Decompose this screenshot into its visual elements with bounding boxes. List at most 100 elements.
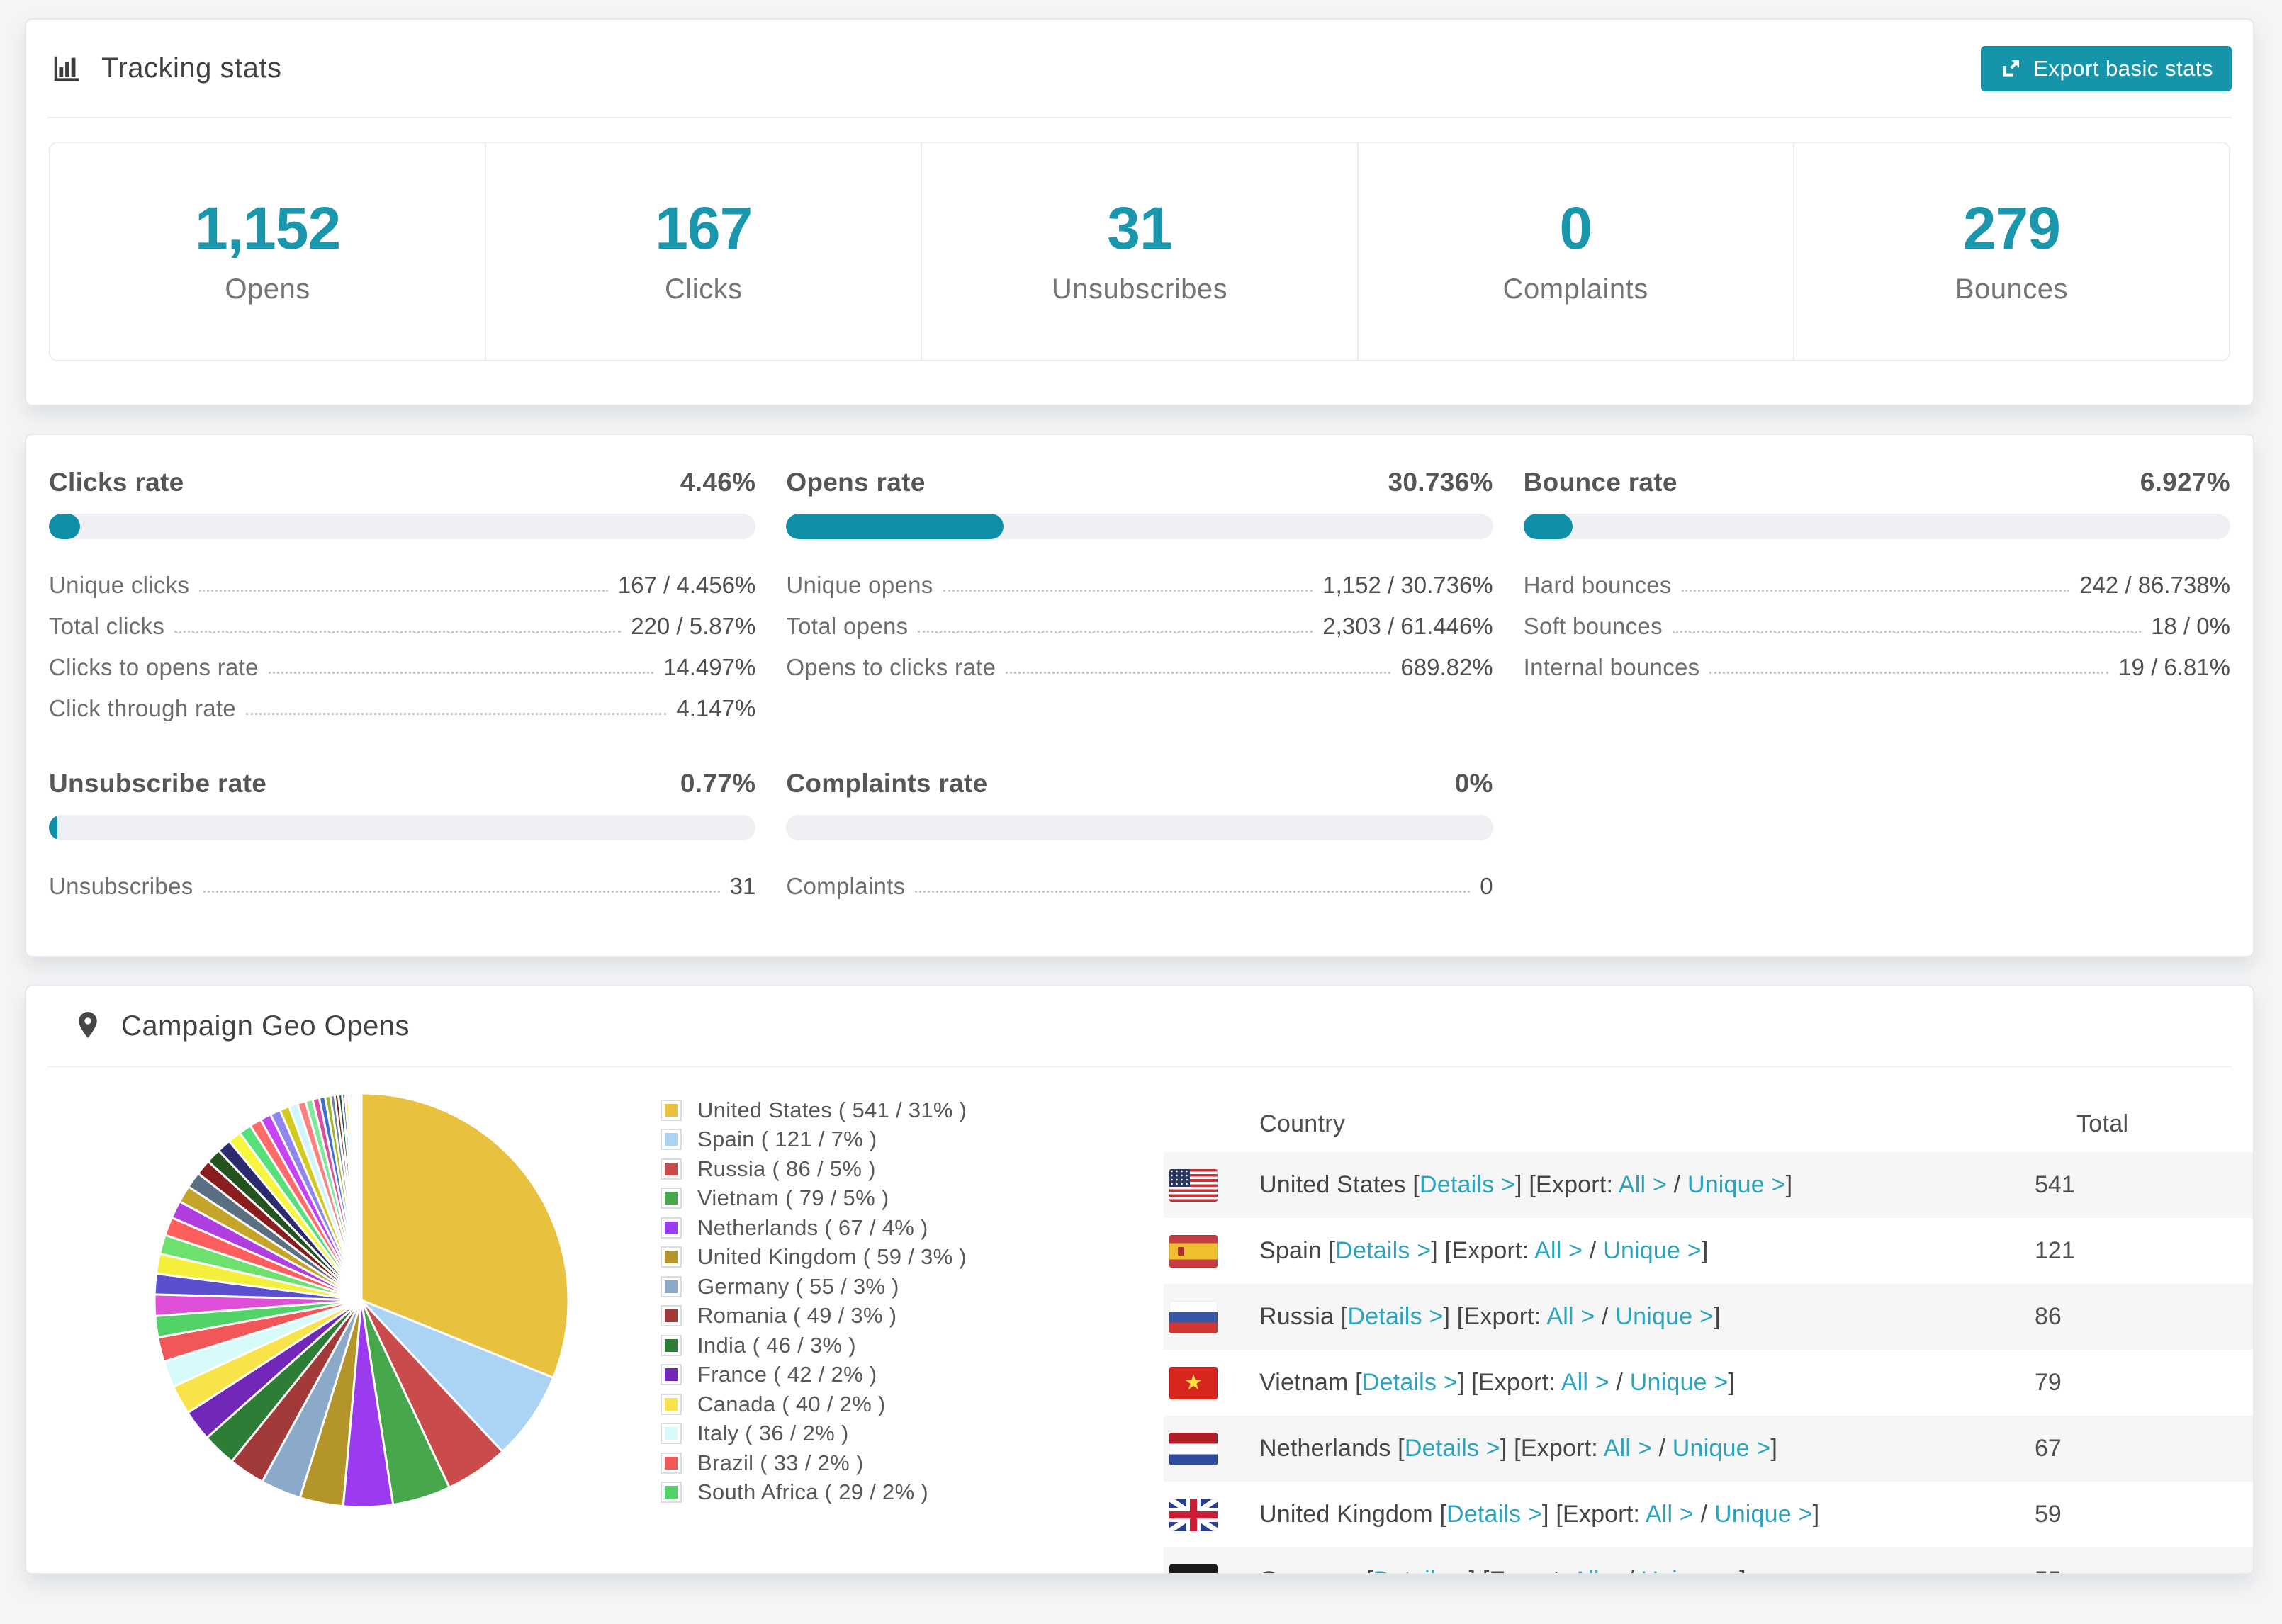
dotted-leader	[199, 590, 608, 592]
nl-flag-icon	[1169, 1432, 1218, 1465]
legend-label: Canada ( 40 / 2% )	[697, 1391, 886, 1416]
dotted-leader	[174, 631, 622, 633]
export-all-link[interactable]: All >	[1561, 1369, 1609, 1396]
country-name: United Kingdom	[1259, 1501, 1433, 1528]
campaign-geo-opens-card: Campaign Geo Opens United States ( 541 /…	[25, 985, 2254, 1574]
country-cell: United States [Details >] [Export: All >…	[1259, 1171, 1793, 1198]
stat-label: Clicks	[664, 273, 743, 305]
country-cell: Netherlands [Details >] [Export: All > /…	[1259, 1435, 1778, 1462]
rate-row-value: 167 / 4.456%	[617, 572, 756, 598]
export-unique-link[interactable]: Unique >	[1641, 1567, 1739, 1573]
legend-item-france: France ( 42 / 2% )	[661, 1360, 967, 1390]
geo-table-row-ru: Russia [Details >] [Export: All > / Uniq…	[1164, 1284, 2253, 1350]
rate-progress-fill	[786, 514, 1004, 539]
country-cell: Russia [Details >] [Export: All > / Uniq…	[1259, 1303, 1721, 1330]
rate-rows: Hard bounces 242 / 86.738% Soft bounces 18 …	[1524, 560, 2230, 684]
legend-label: Romania ( 49 / 3% )	[697, 1303, 897, 1329]
rate-row-label: Complaints	[786, 873, 906, 899]
stat-label: Opens	[225, 273, 310, 305]
export-basic-stats-button[interactable]: Export basic stats	[1981, 45, 2232, 91]
export-all-link[interactable]: All >	[1646, 1501, 1694, 1528]
stat-tile-bounces: 279 Bounces	[1794, 143, 2229, 360]
rate-row-value: 0	[1480, 873, 1493, 899]
de-flag-icon	[1169, 1564, 1218, 1573]
export-all-link[interactable]: All >	[1619, 1171, 1667, 1198]
rate-block-complaints-rate: Complaints rate 0% Complaints 0	[786, 768, 1493, 903]
legend-color-chip	[661, 1482, 682, 1504]
rate-row-value: 2,303 / 61.446%	[1322, 613, 1493, 639]
rate-title: Clicks rate	[49, 468, 184, 497]
details-link[interactable]: Details >	[1420, 1171, 1515, 1198]
rate-row: Total clicks 220 / 5.87%	[49, 602, 755, 643]
rate-header: Bounce rate 6.927%	[1524, 467, 2230, 498]
export-unique-link[interactable]: Unique >	[1714, 1501, 1813, 1528]
rate-progress-track	[1523, 514, 2230, 539]
export-unique-link[interactable]: Unique >	[1630, 1369, 1729, 1396]
export-all-link[interactable]: All >	[1534, 1237, 1583, 1264]
export-label: Export:	[1490, 1567, 1573, 1573]
tracking-stats-header: Tracking stats Export basic stats	[26, 20, 2253, 117]
details-link[interactable]: Details >	[1373, 1567, 1469, 1573]
export-unique-link[interactable]: Unique >	[1687, 1171, 1786, 1198]
rate-row: Internal bounces 19 / 6.81%	[1524, 643, 2230, 684]
rate-row-label: Opens to clicks rate	[786, 654, 996, 680]
export-unique-link[interactable]: Unique >	[1615, 1303, 1714, 1330]
dotted-leader	[268, 672, 654, 674]
rate-title: Bounce rate	[1523, 468, 1677, 497]
rates-grid: Clicks rate 4.46% Unique clicks 167 / 4.456…	[49, 467, 2230, 903]
country-name: Russia	[1259, 1303, 1334, 1330]
pie-legend: United States ( 541 / 31% ) Spain ( 121 /…	[661, 1095, 967, 1507]
stat-tile-clicks: 167 Clicks	[486, 143, 923, 360]
details-link[interactable]: Details >	[1405, 1435, 1500, 1462]
stat-tile-unsubscribes: 31 Unsubscribes	[922, 143, 1359, 360]
rate-row-value: 19 / 6.81%	[2118, 654, 2230, 680]
export-icon	[1999, 57, 2022, 80]
rate-value: 0.77%	[680, 769, 756, 798]
rate-value: 6.927%	[2140, 468, 2230, 497]
details-link[interactable]: Details >	[1362, 1369, 1458, 1396]
geo-table-row-de: Germany [Details >] [Export: All > / Uni…	[1164, 1547, 2253, 1573]
rate-progress-track	[49, 815, 756, 840]
total-cell: 121	[2035, 1237, 2075, 1264]
rate-row-label: Unique clicks	[49, 572, 190, 598]
rate-header: Unsubscribe rate 0.77%	[49, 768, 755, 799]
export-all-link[interactable]: All >	[1572, 1567, 1620, 1573]
legend-item-russia: Russia ( 86 / 5% )	[661, 1154, 967, 1184]
export-unique-link[interactable]: Unique >	[1603, 1237, 1702, 1264]
dotted-leader	[1006, 672, 1391, 674]
stat-value: 279	[1962, 194, 2061, 261]
rate-value: 30.736%	[1388, 468, 1493, 497]
country-name: Vietnam	[1259, 1369, 1349, 1396]
dotted-leader	[915, 891, 1471, 893]
rate-row: Opens to clicks rate 689.82%	[786, 643, 1493, 684]
export-all-link[interactable]: All >	[1546, 1303, 1595, 1330]
details-link[interactable]: Details >	[1446, 1501, 1542, 1528]
geo-opens-table: Country Total United States [Details >] …	[1164, 1095, 2253, 1573]
total-cell: 55	[2035, 1567, 2253, 1573]
legend-label: United States ( 541 / 31% )	[697, 1097, 967, 1122]
rate-row: Hard bounces 242 / 86.738%	[1524, 560, 2230, 602]
legend-item-united-kingdom: United Kingdom ( 59 / 3% )	[661, 1243, 967, 1273]
vn-flag-icon	[1169, 1366, 1218, 1399]
details-link[interactable]: Details >	[1347, 1303, 1443, 1330]
export-all-link[interactable]: All >	[1604, 1435, 1652, 1462]
rate-title: Unsubscribe rate	[49, 769, 267, 798]
rate-row: Unique opens 1,152 / 30.736%	[786, 560, 1493, 602]
legend-item-vietnam: Vietnam ( 79 / 5% )	[661, 1184, 967, 1214]
legend-item-spain: Spain ( 121 / 7% )	[661, 1125, 967, 1155]
geo-table-rows: United States [Details >] [Export: All >…	[1164, 1152, 2253, 1573]
legend-item-germany: Germany ( 55 / 3% )	[661, 1272, 967, 1302]
rate-row-label: Click through rate	[49, 695, 237, 721]
bar-chart-icon	[50, 52, 83, 85]
es-flag-icon	[1169, 1234, 1218, 1268]
rate-row-label: Unique opens	[786, 572, 933, 598]
details-link[interactable]: Details >	[1335, 1237, 1431, 1264]
rate-row: Unsubscribes 31	[49, 862, 755, 903]
country-name: United States	[1259, 1171, 1406, 1198]
legend-label: Germany ( 55 / 3% )	[697, 1273, 899, 1299]
rate-row: Complaints 0	[786, 862, 1493, 903]
export-unique-link[interactable]: Unique >	[1673, 1435, 1771, 1462]
legend-label: France ( 42 / 2% )	[697, 1362, 877, 1387]
stat-value: 0	[1559, 194, 1592, 261]
legend-label: India ( 46 / 3% )	[697, 1332, 856, 1358]
